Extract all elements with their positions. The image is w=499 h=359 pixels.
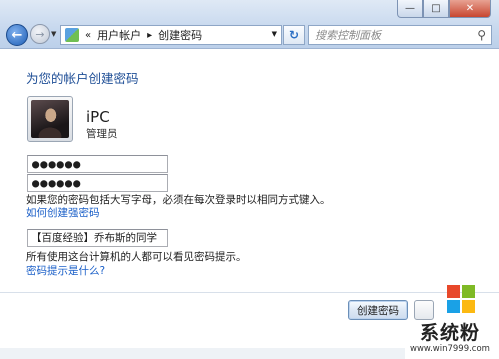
watermark-title: 系统粉 <box>420 322 481 344</box>
minimize-button[interactable]: — <box>397 0 423 18</box>
cancel-button[interactable] <box>414 300 434 320</box>
breadcrumb-user-accounts[interactable]: 用户帐户 <box>97 27 141 43</box>
breadcrumb-separator-icon[interactable]: ▸ <box>147 30 152 41</box>
breadcrumb-create-password[interactable]: 创建密码 <box>158 27 202 43</box>
maximize-button[interactable]: □ <box>423 0 449 18</box>
divider <box>0 292 499 293</box>
user-name: iPC <box>86 108 110 126</box>
strong-password-link[interactable]: 如何创建强密码 <box>26 205 100 220</box>
refresh-icon: ↻ <box>288 28 300 42</box>
search-icon[interactable]: ⚲ <box>477 28 486 42</box>
new-password-field[interactable]: ●●●●●● <box>27 155 168 173</box>
windows-logo-icon <box>447 285 475 313</box>
close-button[interactable]: ✕ <box>449 0 491 18</box>
control-panel-icon <box>65 28 79 42</box>
address-bar[interactable]: « 用户帐户 ▸ 创建密码 ▼ <box>60 25 282 45</box>
main-content: 为您的帐户创建密码 iPC 管理员 ●●●●●● ●●●●●● 如果您的密码包括… <box>0 49 499 359</box>
forward-button[interactable]: → <box>30 24 50 44</box>
recent-pages-dropdown[interactable]: ▼ <box>51 30 56 38</box>
user-picture <box>31 100 69 138</box>
user-role: 管理员 <box>86 128 118 140</box>
arrow-left-icon: ← <box>11 27 23 43</box>
search-input[interactable]: 搜索控制面板 ⚲ <box>308 25 492 45</box>
watermark-bar <box>0 348 405 359</box>
arrow-right-icon: → <box>35 27 45 41</box>
chevron-down-icon[interactable]: ▼ <box>272 30 277 38</box>
window-controls: — □ ✕ <box>397 0 491 18</box>
confirm-password-field[interactable]: ●●●●●● <box>27 174 168 192</box>
hint-visibility-note: 所有使用这台计算机的人都可以看见密码提示。 <box>26 251 247 263</box>
password-hint-field[interactable]: 【百度经验】乔布斯的同学 <box>27 229 168 247</box>
avatar <box>27 96 73 142</box>
page-title: 为您的帐户创建密码 <box>26 71 139 86</box>
watermark-url: www.win7999.com <box>410 344 490 354</box>
breadcrumb-overflow[interactable]: « <box>85 30 91 41</box>
back-button[interactable]: ← <box>6 24 28 46</box>
what-is-hint-link[interactable]: 密码提示是什么? <box>26 263 105 278</box>
refresh-button[interactable]: ↻ <box>283 25 305 45</box>
create-password-button[interactable]: 创建密码 <box>348 300 408 320</box>
window-chrome: — □ ✕ ← → ▼ « 用户帐户 ▸ 创建密码 ▼ ↻ 搜索控制面板 ⚲ <box>0 0 499 49</box>
search-placeholder: 搜索控制面板 <box>315 29 381 42</box>
